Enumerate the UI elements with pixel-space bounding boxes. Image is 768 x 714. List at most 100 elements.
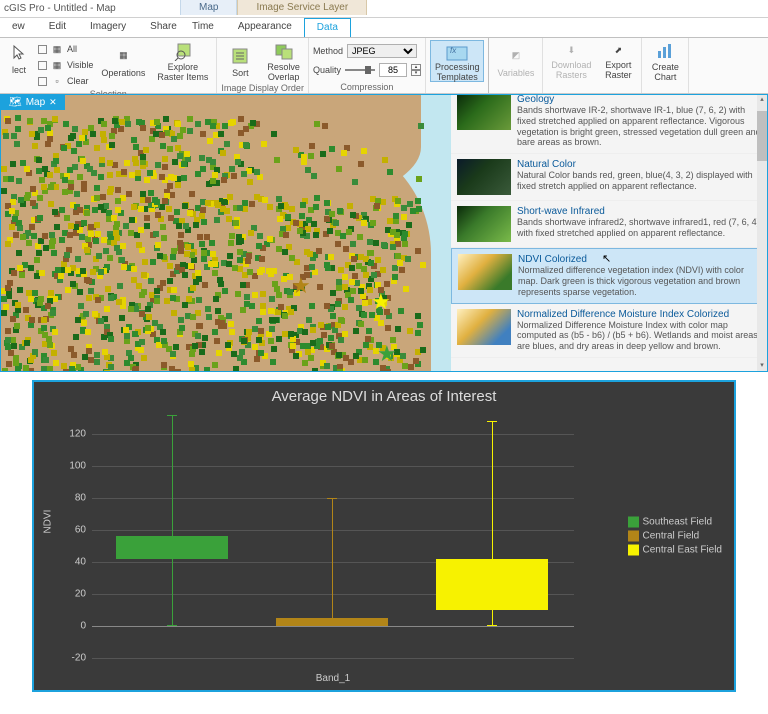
select-clear-checkbox[interactable]: ▫Clear: [38, 74, 93, 88]
legend-swatch: [628, 517, 639, 528]
sort-icon: [229, 45, 251, 67]
template-item[interactable]: Short-wave Infrared Bands shortwave infr…: [451, 201, 767, 248]
legend-swatch: [628, 545, 639, 556]
grid-line: [92, 434, 574, 435]
template-title: Normalized Difference Moisture Index Col…: [517, 309, 761, 320]
y-tick-label: 40: [75, 557, 92, 568]
tab-view[interactable]: ew: [0, 18, 37, 37]
clear-icon: ▫: [50, 74, 64, 88]
ribbon-group-processing: fx Processing Templates: [426, 38, 490, 93]
tab-appearance[interactable]: Appearance: [226, 18, 304, 37]
chart-whisker: [492, 421, 493, 626]
tab-imagery[interactable]: Imagery: [78, 18, 138, 37]
select-button[interactable]: lect: [4, 40, 34, 77]
export-raster-button[interactable]: ⬈ Export Raster: [599, 40, 637, 82]
y-tick-label: 120: [69, 429, 92, 440]
quality-slider[interactable]: [345, 69, 375, 71]
chart-legend: Southeast Field Central Field Central East…: [628, 514, 722, 559]
y-tick-label: 80: [75, 493, 92, 504]
sort-button[interactable]: Sort: [221, 40, 259, 82]
quality-input[interactable]: [379, 63, 407, 77]
quality-spinner[interactable]: ▴▾: [411, 64, 421, 76]
legend-item: Central Field: [628, 531, 722, 542]
resolve-overlap-icon: [273, 41, 295, 61]
template-description: Normalized Difference Moisture Index wit…: [517, 320, 761, 352]
explore-raster-items-button[interactable]: Explore Raster Items: [153, 40, 212, 82]
ribbon-group-compression: Method JPEG Quality ▴▾ Compression: [309, 38, 426, 93]
processing-templates-button[interactable]: fx Processing Templates: [430, 40, 485, 82]
visible-icon: ▦: [50, 58, 64, 72]
map-view[interactable]: 🗺 Map ✕ ★ ★ ★ Geology Bands shortwave IR…: [0, 94, 768, 372]
y-tick-label: 100: [69, 461, 92, 472]
grid-line: [92, 530, 574, 531]
chart-whisker: [172, 415, 173, 626]
resolve-overlap-button[interactable]: Resolve Overlap: [263, 40, 304, 82]
export-icon: ⬈: [607, 42, 629, 59]
template-thumbnail: [458, 254, 512, 290]
ribbon-group-chart: Create Chart: [642, 38, 689, 93]
context-tab-map[interactable]: Map: [180, 0, 237, 15]
scroll-down-icon[interactable]: ▾: [757, 361, 767, 371]
template-description: Bands shortwave infrared2, shortwave inf…: [517, 217, 761, 239]
context-tab-group: Map Image Service Layer: [180, 0, 367, 15]
panel-scrollbar[interactable]: ▴ ▾: [757, 95, 767, 371]
download-icon: ⬇: [560, 42, 582, 59]
template-thumbnail: [457, 95, 511, 130]
template-thumbnail: [457, 206, 511, 242]
select-all-checkbox[interactable]: ▦All: [38, 42, 93, 56]
close-icon[interactable]: ✕: [49, 97, 57, 108]
grid-line: [92, 658, 574, 659]
tab-strip: ew Edit Imagery Share Time Appearance Da…: [0, 18, 768, 38]
template-title: Natural Color: [517, 159, 761, 170]
create-chart-button[interactable]: Create Chart: [646, 40, 684, 82]
template-item[interactable]: Geology Bands shortwave IR-2, shortwave …: [451, 95, 767, 154]
legend-item: Central East Field: [628, 545, 722, 556]
template-item[interactable]: Normalized Difference Moisture Index Col…: [451, 304, 767, 358]
chart-panel: Average NDVI in Areas of Interest NDVI B…: [32, 380, 736, 692]
marker-central-east: ★: [371, 289, 391, 315]
legend-swatch: [628, 531, 639, 542]
map-view-tab[interactable]: 🗺 Map ✕: [1, 95, 65, 110]
method-label: Method: [313, 46, 343, 56]
y-axis-label: NDVI: [43, 510, 54, 534]
svg-text:fx: fx: [450, 46, 457, 55]
context-tab-image-service-layer[interactable]: Image Service Layer: [237, 0, 367, 15]
template-title: Geology: [517, 95, 761, 105]
y-tick-label: 0: [80, 621, 92, 632]
operations-button[interactable]: ▦ Operations: [97, 40, 149, 82]
operations-icon: ▦: [112, 45, 134, 67]
variables-icon: ◩: [505, 45, 527, 67]
scroll-thumb[interactable]: [757, 111, 767, 161]
processing-templates-panel: Geology Bands shortwave IR-2, shortwave …: [451, 95, 767, 371]
y-tick-label: 60: [75, 525, 92, 536]
legend-item: Southeast Field: [628, 517, 722, 528]
quality-label: Quality: [313, 65, 341, 75]
cursor-icon: ↖: [602, 252, 611, 265]
map-icon: 🗺: [9, 97, 22, 108]
template-title: NDVI Colorized: [518, 254, 760, 265]
marker-southeast: ★: [377, 341, 397, 367]
app-title: cGIS Pro - Untitled - Map: [4, 3, 116, 14]
tab-edit[interactable]: Edit: [37, 18, 78, 37]
tab-time[interactable]: Time: [180, 18, 226, 37]
title-bar: cGIS Pro - Untitled - Map Map Image Serv…: [0, 0, 768, 18]
spinner-down-icon[interactable]: ▾: [411, 70, 421, 76]
y-tick-label: -20: [72, 653, 92, 664]
x-axis-label: Band_1: [92, 673, 574, 684]
template-item[interactable]: NDVI Colorized Normalized difference veg…: [451, 248, 767, 303]
variables-button: ◩ Variables: [493, 40, 538, 82]
template-thumbnail: [457, 159, 511, 195]
method-select[interactable]: JPEG: [347, 44, 417, 58]
grid-line: [92, 466, 574, 467]
template-item[interactable]: Natural Color Natural Color bands red, g…: [451, 154, 767, 201]
legend-label: Southeast Field: [643, 517, 713, 528]
scroll-up-icon[interactable]: ▴: [757, 95, 767, 105]
download-rasters-button: ⬇ Download Rasters: [547, 40, 595, 82]
select-visible-checkbox[interactable]: ▦Visible: [38, 58, 93, 72]
fx-icon: fx: [446, 41, 468, 61]
template-title: Short-wave Infrared: [517, 206, 761, 217]
ribbon-group-variables: ◩ Variables: [489, 38, 543, 93]
marker-central: ★: [291, 273, 311, 299]
template-description: Natural Color bands red, green, blue(4, …: [517, 170, 761, 192]
tab-data[interactable]: Data: [304, 18, 351, 37]
